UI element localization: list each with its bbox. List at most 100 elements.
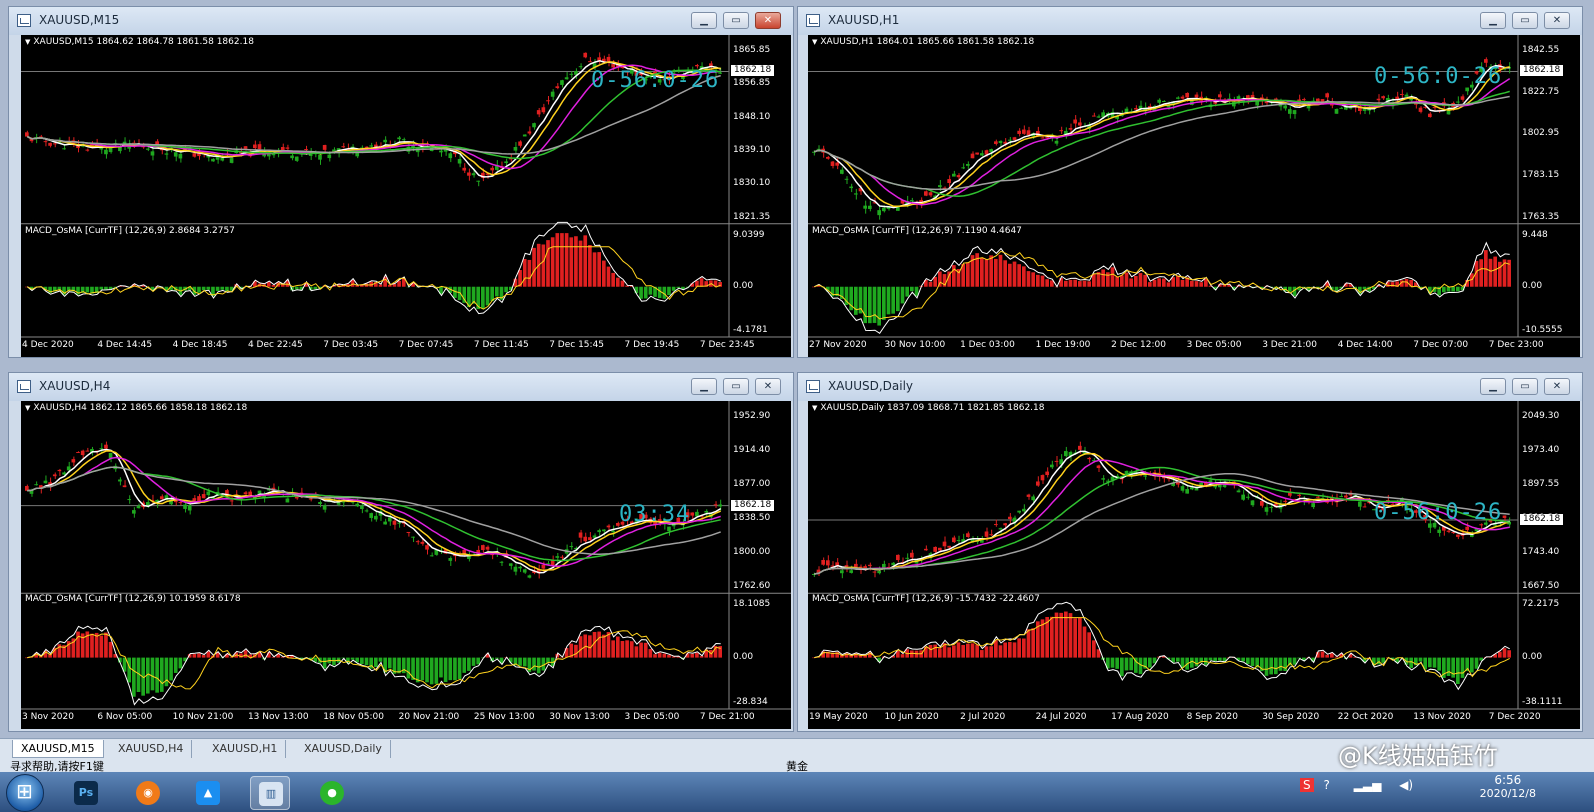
wechat-icon[interactable]: ● <box>312 776 352 810</box>
close-button[interactable]: ✕ <box>1544 12 1570 29</box>
tab-xauusd-h1[interactable]: XAUUSD,H1 <box>204 740 287 758</box>
time-axis-label: 20 Nov 21:00 <box>398 712 460 722</box>
time-axis-label: 10 Jun 2020 <box>884 712 939 722</box>
macd-histogram-bar <box>1241 657 1245 662</box>
macd-histogram-bar <box>975 644 979 658</box>
macd-histogram-bar <box>1064 611 1068 658</box>
candle-body <box>1381 96 1385 99</box>
candle-body <box>1157 99 1161 103</box>
candle-body <box>1246 496 1250 498</box>
macd-histogram-bar <box>597 252 602 287</box>
macd-histogram-bar <box>1250 657 1255 666</box>
macd-histogram-bar <box>1050 616 1054 658</box>
macd-histogram-bar <box>1292 657 1297 665</box>
macd-histogram-bar <box>1073 279 1077 287</box>
sogou-icon[interactable]: S <box>1300 778 1314 792</box>
macd-histogram-bar <box>378 284 383 287</box>
price-chart[interactable]: ▼ XAUUSD,H1 1864.01 1865.66 1861.58 1862.… <box>808 35 1580 357</box>
close-button[interactable]: ✕ <box>755 378 781 395</box>
macd-axis-label: 18.1085 <box>733 599 771 610</box>
time-axis-label: 24 Jul 2020 <box>1035 712 1087 722</box>
price-axis-label: 1762.60 <box>733 581 771 592</box>
macd-axis-label: 9.0399 <box>733 229 765 240</box>
restore-button[interactable]: ▭ <box>1512 378 1538 395</box>
price-chart[interactable]: ▼ XAUUSD,H4 1862.12 1865.66 1858.18 1862.… <box>21 401 791 729</box>
price-chart[interactable]: ▼ XAUUSD,Daily 1837.09 1868.71 1821.85 18… <box>808 401 1580 729</box>
candle-body <box>85 450 90 452</box>
price-axis-label: 1842.55 <box>1522 45 1560 55</box>
macd-label: MACD_OsMA [CurrTF] (12,26,9) 10.1959 8.6… <box>25 594 241 604</box>
candle-body <box>1456 534 1460 537</box>
candle-body <box>485 546 490 550</box>
price-chart[interactable]: ▼ XAUUSD,M15 1864.62 1864.78 1861.58 1862… <box>21 35 791 357</box>
restore-button[interactable]: ▭ <box>723 12 749 29</box>
windows-start-icon[interactable] <box>6 774 44 812</box>
candle-body <box>606 525 611 528</box>
tab-xauusd-daily[interactable]: XAUUSD,Daily <box>296 740 391 758</box>
macd-histogram-bar <box>494 286 499 297</box>
candle-body <box>229 158 234 163</box>
macd-histogram-bar <box>1157 278 1161 287</box>
help-icon[interactable]: ? <box>1323 778 1329 792</box>
candle-body <box>854 193 858 195</box>
macd-histogram-bar <box>1026 271 1031 287</box>
orange-app-icon[interactable]: ◉ <box>128 776 168 810</box>
candle-body <box>998 528 1003 530</box>
macd-histogram-bar <box>1274 657 1278 675</box>
network-icon[interactable]: ▂▃▅ <box>1354 778 1382 792</box>
candle-body <box>952 173 956 177</box>
chart-window-m15[interactable]: XAUUSD,M15 ▁ ▭ ✕ ▼ XAUUSD,M15 1864.62 186… <box>8 6 794 358</box>
photoshop-icon[interactable]: Ps <box>66 776 106 810</box>
macd-histogram-bar <box>1148 282 1152 287</box>
close-button[interactable]: ✕ <box>755 12 781 29</box>
minimize-button[interactable]: ▁ <box>1480 12 1506 29</box>
volume-icon[interactable]: ◀) <box>1399 778 1413 792</box>
candle-body <box>397 137 401 140</box>
macd-histogram-bar <box>1031 272 1035 287</box>
macd-histogram-bar <box>471 657 476 666</box>
candle-body <box>253 144 257 149</box>
tab-xauusd-h4[interactable]: XAUUSD,H4 <box>110 740 193 758</box>
restore-button[interactable]: ▭ <box>723 378 749 395</box>
candle-body <box>942 541 947 547</box>
candle-body <box>425 545 429 550</box>
macd-histogram-bar <box>1129 657 1133 671</box>
macd-histogram-bar <box>970 643 975 658</box>
candle-body <box>840 570 844 574</box>
macd-histogram-bar <box>192 654 197 658</box>
window-titlebar[interactable]: XAUUSD,Daily ▁ ▭ ✕ <box>798 373 1582 401</box>
macd-histogram-bar <box>1012 642 1017 658</box>
candle-body <box>1143 475 1147 477</box>
macd-histogram-bar <box>387 657 392 669</box>
tab-xauusd-m15[interactable]: XAUUSD,M15 <box>12 740 104 758</box>
macd-histogram-bar <box>984 259 989 287</box>
close-button[interactable]: ✕ <box>1544 378 1570 395</box>
clock[interactable]: 6:56 2020/12/8 <box>1480 773 1536 800</box>
restore-button[interactable]: ▭ <box>1512 12 1538 29</box>
minimize-button[interactable]: ▁ <box>691 378 717 395</box>
macd-histogram-bar <box>266 282 271 287</box>
minimize-button[interactable]: ▁ <box>1480 378 1506 395</box>
chart-window-h1[interactable]: XAUUSD,H1 ▁ ▭ ✕ ▼ XAUUSD,H1 1864.01 1865.… <box>797 6 1583 358</box>
candle-body <box>550 560 555 566</box>
macd-histogram-bar <box>1054 612 1059 658</box>
minimize-button[interactable]: ▁ <box>691 12 717 29</box>
candle-body <box>695 64 699 67</box>
window-titlebar[interactable]: XAUUSD,H1 ▁ ▭ ✕ <box>798 7 1582 35</box>
candle-body <box>910 552 914 558</box>
metatrader-icon[interactable]: ▥ <box>250 776 290 810</box>
candle-body <box>80 450 85 456</box>
candle-body <box>383 521 387 525</box>
macd-histogram-bar <box>1213 657 1217 662</box>
candle-body <box>541 564 546 569</box>
candle-body <box>966 533 970 537</box>
chart-window-h4[interactable]: XAUUSD,H4 ▁ ▭ ✕ ▼ XAUUSD,H4 1862.12 1865.… <box>8 372 794 732</box>
candle-body <box>578 66 583 68</box>
window-titlebar[interactable]: XAUUSD,H4 ▁ ▭ ✕ <box>9 373 793 401</box>
macd-histogram-bar <box>1283 657 1287 672</box>
macd-histogram-bar <box>653 654 657 658</box>
window-titlebar[interactable]: XAUUSD,M15 ▁ ▭ ✕ <box>9 7 793 35</box>
system-tray-icons[interactable]: S ? ▂▃▅ ◀) <box>1300 778 1413 792</box>
chart-window-daily[interactable]: XAUUSD,Daily ▁ ▭ ✕ ▼ XAUUSD,Daily 1837.09… <box>797 372 1583 732</box>
blue-app-icon[interactable]: ▲ <box>188 776 228 810</box>
